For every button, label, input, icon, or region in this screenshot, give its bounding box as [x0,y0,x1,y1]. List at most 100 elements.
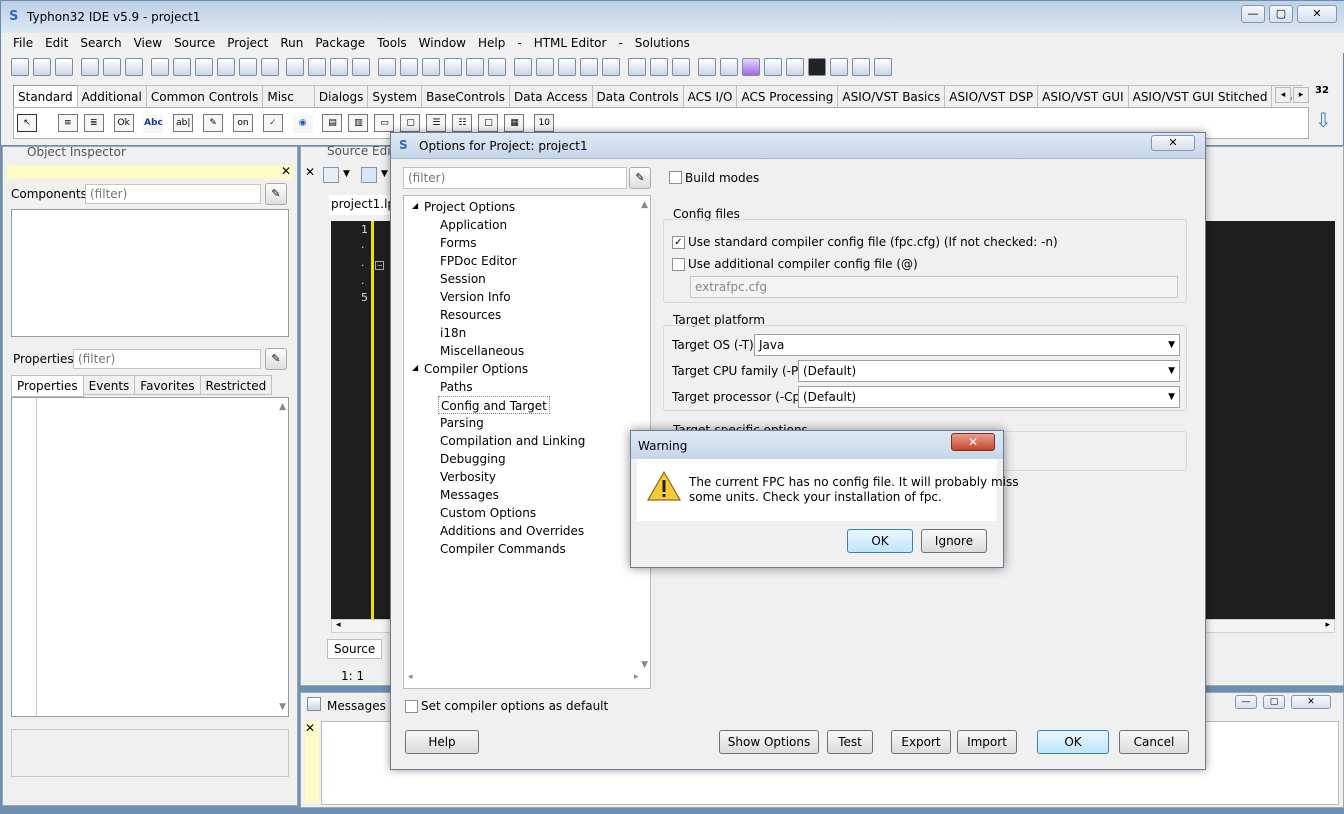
menu-file[interactable]: File [7,33,39,53]
menu-source[interactable]: Source [168,33,221,53]
view-forms-icon[interactable] [466,58,485,76]
palette-tab-data-access[interactable]: Data Access [508,85,593,107]
panel-component-icon[interactable]: □ [478,114,499,132]
palette-tab-data-controls[interactable]: Data Controls [591,85,684,107]
cancel-button[interactable]: Cancel [1119,730,1189,754]
palette-tab-misc[interactable]: Misc [262,85,315,107]
radiogroup-component-icon[interactable]: ☰ [426,114,447,132]
back-icon[interactable] [361,167,377,183]
frame-component-icon[interactable]: 10 [534,114,555,132]
target-processor-select[interactable]: (Default) ▼ [798,386,1180,408]
palette-tab-asio-vst-gui-stitched[interactable]: ASIO/VST GUI Stitched [1127,85,1273,107]
tree-project-options[interactable]: Project Options [424,198,515,216]
scroll-left-icon[interactable]: ◂ [336,620,341,630]
run-params-icon[interactable] [763,58,782,76]
scroll-right-icon[interactable]: ▸ [1325,620,1330,630]
build-icon[interactable] [514,58,533,76]
maximize-button[interactable]: ▢ [1269,5,1293,23]
menu-run[interactable]: Run [274,33,309,53]
tools-icon[interactable] [649,58,668,76]
components-tree[interactable] [11,209,289,337]
close-file-icon[interactable] [352,58,371,76]
package-options-icon[interactable] [260,58,279,76]
palette-scroll-left-icon[interactable]: ◂ [1275,87,1291,103]
open-recent-icon[interactable] [286,58,305,76]
package-icon[interactable] [150,58,169,76]
tree-item[interactable]: Forms [440,234,476,252]
set-default-checkbox[interactable] [405,700,418,713]
gear-icon[interactable] [697,58,716,76]
tree-item[interactable]: i18n [440,324,466,342]
close-icon[interactable]: ✕ [305,721,315,735]
close-button[interactable]: ✕ [1151,135,1195,151]
step-over-icon[interactable] [851,58,870,76]
radio-component-icon[interactable]: ◉ [292,115,313,133]
properties-filter-input[interactable]: (filter) [73,349,261,369]
step-into-icon[interactable] [829,58,848,76]
tree-item[interactable]: Compilation and Linking [440,432,585,450]
palette-scroll-right-icon[interactable]: ▸ [1293,87,1309,103]
home-icon[interactable] [323,167,339,183]
palette-tab-system[interactable]: System [367,85,423,107]
tab-events[interactable]: Events [82,375,136,395]
toggle-box-icon[interactable]: on [232,114,253,132]
view-units-icon[interactable] [444,58,463,76]
tree-item[interactable]: Debugging [440,450,506,468]
toggle-form-icon[interactable] [488,58,507,76]
help-button[interactable]: Help [405,730,479,754]
options-tree[interactable]: ◢ Project Options Application Forms FPDo… [403,195,651,689]
close-button[interactable]: ✕ [951,433,995,451]
options-filter-input[interactable]: (filter) [403,167,627,189]
tree-item[interactable]: Miscellaneous [440,342,524,360]
source-bottom-tab[interactable]: Source [327,639,383,659]
button-component-icon[interactable]: Ok [113,114,134,132]
popup-menu-icon[interactable]: ≣ [83,114,104,132]
tree-item[interactable]: Resources [440,306,501,324]
tree-item[interactable]: Messages [440,486,499,504]
main-menu-icon[interactable]: ≡ [57,114,78,132]
palette-tab-dialogs[interactable]: Dialogs [313,85,369,107]
find-icon[interactable] [124,58,143,76]
package-compile-icon[interactable] [216,58,235,76]
tab-restricted[interactable]: Restricted [199,375,273,395]
close-icon[interactable]: ✕ [281,164,291,178]
scroll-up-icon[interactable]: ▲ [641,200,648,210]
target-os-select[interactable]: Java ▼ [754,334,1180,356]
clear-filter-icon[interactable]: ✎ [265,348,287,370]
palette-tab-basecontrols[interactable]: BaseControls [421,85,510,107]
package-add-icon[interactable] [194,58,213,76]
save-all-icon[interactable] [330,58,349,76]
run-icon[interactable] [741,58,760,76]
export-button[interactable]: Export [891,730,951,754]
dropdown-arrow-icon[interactable]: ▼ [343,169,350,179]
menu-edit[interactable]: Edit [39,33,74,53]
step-out-icon[interactable] [873,58,892,76]
new-unit-icon[interactable] [11,58,29,76]
clear-filter-icon[interactable]: ✎ [265,183,287,205]
project-options-icon[interactable] [400,58,419,76]
new-form-icon[interactable] [33,58,51,76]
palette-tab-acs-io[interactable]: ACS I/O [682,85,738,107]
tree-compiler-options[interactable]: Compiler Options [424,360,528,378]
new-window-icon[interactable] [55,58,73,76]
pointer-arrow-icon[interactable]: ↖ [17,114,37,132]
palette-tab-standard[interactable]: Standard [13,85,78,108]
build-modes-checkbox[interactable] [669,171,682,184]
scroll-up-icon[interactable]: ▲ [279,402,286,412]
warning-ignore-button[interactable]: Ignore [921,529,987,553]
groupbox-component-icon[interactable]: ▢ [400,114,421,132]
memo-component-icon[interactable]: ✎ [203,114,224,132]
ok-button[interactable]: OK [1037,730,1109,754]
tree-item[interactable]: Verbosity [440,468,496,486]
scroll-down-icon[interactable]: ▼ [279,702,286,712]
checkbox-component-icon[interactable]: ✓ [262,114,283,132]
build-all-icon[interactable] [536,58,555,76]
scroll-right-icon[interactable]: ▸ [634,672,639,682]
menu-search[interactable]: Search [74,33,127,53]
save-icon[interactable] [308,58,327,76]
tree-item[interactable]: Paths [440,378,473,396]
tab-properties[interactable]: Properties [11,375,84,397]
package-search-icon[interactable] [238,58,257,76]
fold-icon[interactable]: − [375,261,384,270]
tree-expand-icon[interactable]: ◢ [412,363,418,372]
